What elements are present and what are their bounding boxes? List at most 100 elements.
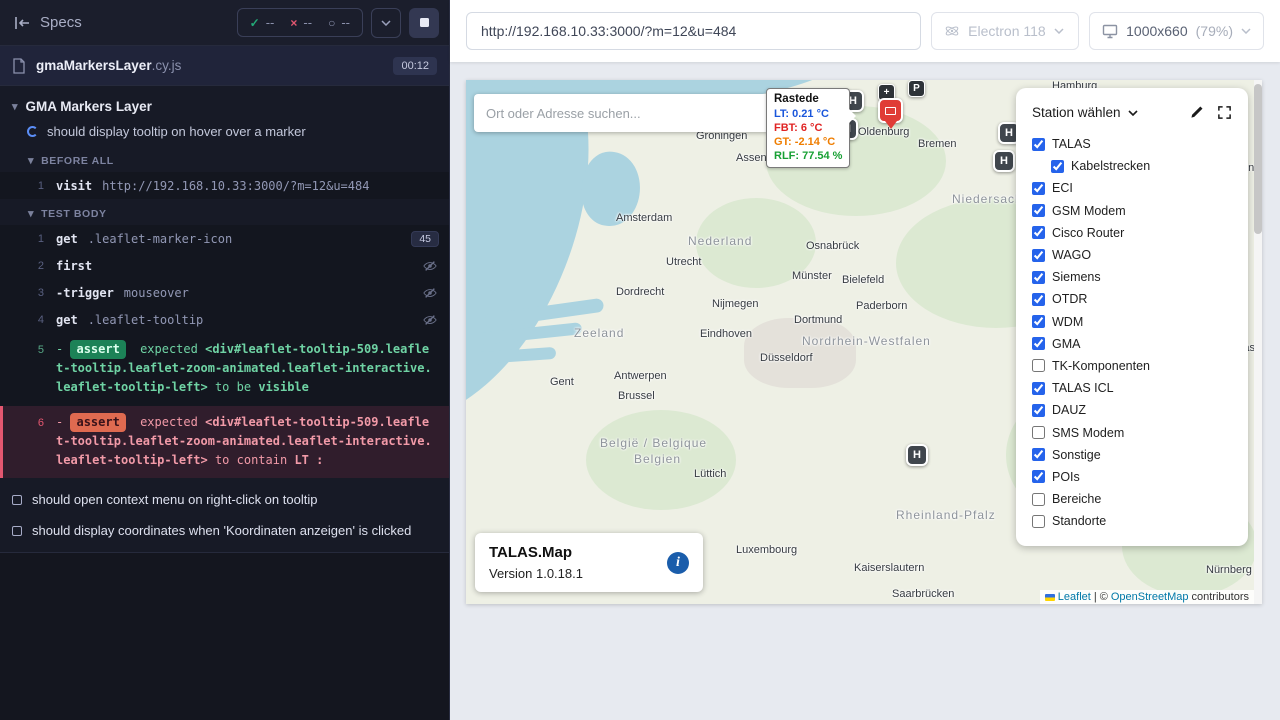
marker-tooltip[interactable]: Rastede LT: 0.21 °C FBT: 6 °C GT: -2.14 … bbox=[766, 88, 850, 168]
station-filter-item[interactable]: Sonstige bbox=[1032, 444, 1232, 466]
runner-panel: http://192.168.10.33:3000/?m=12&u=484 El… bbox=[450, 0, 1280, 720]
station-filter-item[interactable]: TK-Komponenten bbox=[1032, 355, 1232, 377]
assert-failed-message: - assert expected <div#leaflet-tooltip-5… bbox=[56, 413, 441, 471]
collapse-button[interactable] bbox=[371, 8, 401, 38]
edit-pencil-icon[interactable] bbox=[1189, 105, 1204, 120]
map-label: Kaiserslautern bbox=[854, 562, 924, 574]
map-marker[interactable] bbox=[878, 98, 903, 123]
browser-select[interactable]: Electron 118 bbox=[931, 12, 1079, 50]
marker-glyph bbox=[885, 107, 896, 115]
station-filter-item[interactable]: Standorte bbox=[1032, 510, 1232, 532]
pending-test-icon bbox=[12, 495, 22, 505]
spec-header: gmaMarkersLayer.cy.js 00:12 bbox=[0, 46, 449, 86]
suite-row[interactable]: ▾ GMA Markers Layer bbox=[0, 92, 449, 121]
active-test-row[interactable]: should display tooltip on hover over a m… bbox=[0, 121, 449, 146]
stat-pending: ○ -- bbox=[328, 15, 350, 30]
station-filter-item[interactable]: Siemens bbox=[1032, 266, 1232, 288]
expand-icon[interactable] bbox=[1217, 105, 1232, 120]
station-checkbox[interactable] bbox=[1032, 249, 1045, 262]
command-row-visit[interactable]: 1 visit http://192.168.10.33:3000/?m=12&… bbox=[0, 172, 449, 199]
station-checkbox[interactable] bbox=[1032, 182, 1045, 195]
test-body-header[interactable]: ▾ TEST BODY bbox=[0, 199, 449, 225]
station-checkbox[interactable] bbox=[1032, 382, 1045, 395]
station-label: TK-Komponenten bbox=[1052, 359, 1150, 373]
station-checkbox[interactable] bbox=[1032, 404, 1045, 417]
map[interactable]: Leeuwarden Groningen Assen Emden Oldenbu… bbox=[466, 80, 1262, 604]
station-checkbox[interactable] bbox=[1032, 337, 1045, 350]
map-label: Düsseldorf bbox=[760, 352, 813, 364]
station-filter-item[interactable]: TALAS ICL bbox=[1032, 377, 1232, 399]
station-checkbox[interactable] bbox=[1032, 293, 1045, 306]
chevron-down-icon bbox=[1241, 28, 1251, 34]
station-checkbox[interactable] bbox=[1032, 315, 1045, 328]
map-label: Nederland bbox=[688, 234, 752, 248]
station-filter-item[interactable]: Cisco Router bbox=[1032, 222, 1232, 244]
station-filter-item[interactable]: OTDR bbox=[1032, 288, 1232, 310]
station-filter-item[interactable]: TALAS bbox=[1032, 133, 1232, 155]
viewport-scale: (79%) bbox=[1196, 23, 1233, 39]
station-checkbox[interactable] bbox=[1032, 426, 1045, 439]
stop-button[interactable] bbox=[409, 8, 439, 38]
chevron-down-icon bbox=[1054, 28, 1064, 34]
pending-tests: should open context menu on right-click … bbox=[0, 484, 449, 546]
map-marker[interactable]: H bbox=[993, 150, 1015, 172]
url-bar[interactable]: http://192.168.10.33:3000/?m=12&u=484 bbox=[466, 12, 921, 50]
scrollbar-thumb[interactable] bbox=[1254, 84, 1262, 234]
station-checkbox[interactable] bbox=[1032, 226, 1045, 239]
station-panel-title: Station wählen bbox=[1032, 105, 1121, 120]
map-marker[interactable]: P bbox=[908, 80, 925, 97]
station-filter-item[interactable]: WAGO bbox=[1032, 244, 1232, 266]
station-filter-item[interactable]: GMA bbox=[1032, 333, 1232, 355]
stat-failed: × -- bbox=[290, 15, 312, 30]
station-checkbox[interactable] bbox=[1032, 204, 1045, 217]
command-row-get-tooltip[interactable]: 4 get .leaflet-tooltip bbox=[0, 306, 449, 333]
station-filter-item[interactable]: POIs bbox=[1032, 466, 1232, 488]
info-icon[interactable]: i bbox=[667, 552, 689, 574]
station-filter-item[interactable]: GSM Modem bbox=[1032, 200, 1232, 222]
chevron-down-icon: ▾ bbox=[28, 207, 34, 220]
station-filter-item[interactable]: ECI bbox=[1032, 177, 1232, 199]
reporter-controls: ✓ -- × -- ○ -- bbox=[237, 8, 439, 38]
specs-label: Specs bbox=[40, 14, 82, 31]
leaflet-link[interactable]: Leaflet bbox=[1058, 591, 1091, 603]
pending-test[interactable]: should open context menu on right-click … bbox=[0, 484, 449, 515]
map-marker[interactable]: H bbox=[906, 444, 928, 466]
assert-failed-row[interactable]: 6 - assert expected <div#leaflet-tooltip… bbox=[0, 406, 449, 479]
viewport-icon bbox=[1102, 23, 1118, 39]
map-label: Dortmund bbox=[794, 314, 842, 326]
station-checkbox[interactable] bbox=[1032, 470, 1045, 483]
station-checkbox[interactable] bbox=[1032, 271, 1045, 284]
station-checkbox[interactable] bbox=[1032, 515, 1045, 528]
scrollbar-track[interactable] bbox=[1254, 80, 1262, 604]
specs-toggle[interactable]: Specs bbox=[14, 14, 82, 31]
station-checkbox[interactable] bbox=[1032, 493, 1045, 506]
station-checkbox[interactable] bbox=[1032, 359, 1045, 372]
station-filter-item[interactable]: SMS Modem bbox=[1032, 421, 1232, 443]
search-input[interactable] bbox=[478, 94, 766, 132]
chevron-down-icon bbox=[381, 20, 391, 26]
before-all-header[interactable]: ▾ BEFORE ALL bbox=[0, 146, 449, 172]
command-row-trigger[interactable]: 3 -trigger mouseover bbox=[0, 279, 449, 306]
station-filter-item[interactable]: DAUZ bbox=[1032, 399, 1232, 421]
pending-test-icon bbox=[12, 526, 22, 536]
app-version: Version 1.0.18.1 bbox=[489, 566, 689, 581]
station-checkbox[interactable] bbox=[1032, 138, 1045, 151]
station-filter-item[interactable]: Kabelstrecken bbox=[1032, 155, 1232, 177]
station-label: Siemens bbox=[1052, 270, 1101, 284]
command-row-get[interactable]: 1 get .leaflet-marker-icon 45 bbox=[0, 225, 449, 252]
chevron-down-icon[interactable] bbox=[1128, 110, 1138, 116]
osm-link[interactable]: OpenStreetMap bbox=[1111, 591, 1189, 603]
pending-test[interactable]: should display coordinates when 'Koordin… bbox=[0, 515, 449, 546]
station-filter-item[interactable]: WDM bbox=[1032, 311, 1232, 333]
version-card: TALAS.Map Version 1.0.18.1 i bbox=[475, 533, 703, 592]
station-checkbox[interactable] bbox=[1051, 160, 1064, 173]
test-title: should display tooltip on hover over a m… bbox=[47, 124, 306, 139]
test-stats[interactable]: ✓ -- × -- ○ -- bbox=[237, 8, 363, 37]
station-checkbox[interactable] bbox=[1032, 448, 1045, 461]
tooltip-measurement: FBT: 6 °C bbox=[774, 121, 842, 135]
assert-passed-row[interactable]: 5 - assert expected <div#leaflet-tooltip… bbox=[0, 333, 449, 406]
url-text: http://192.168.10.33:3000/?m=12&u=484 bbox=[481, 23, 736, 39]
viewport-select[interactable]: 1000x660 (79%) bbox=[1089, 12, 1264, 50]
command-row-first[interactable]: 2 first bbox=[0, 252, 449, 279]
station-filter-item[interactable]: Bereiche bbox=[1032, 488, 1232, 510]
